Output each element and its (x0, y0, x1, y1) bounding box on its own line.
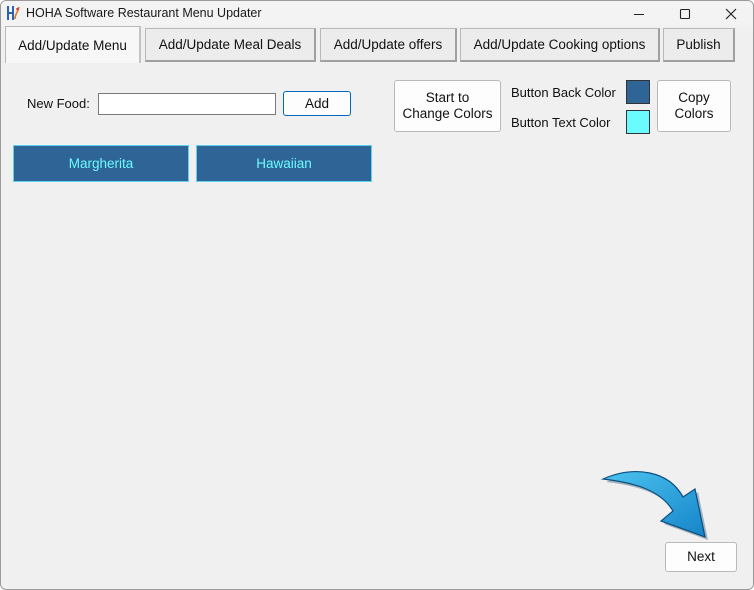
tab-publish[interactable]: Publish (663, 28, 735, 62)
minimize-button[interactable] (616, 1, 662, 26)
tab-add-update-offers[interactable]: Add/Update offers (320, 28, 457, 62)
tab-strip: Add/Update Menu Add/Update Meal Deals Ad… (1, 26, 753, 64)
food-button-margherita[interactable]: Margherita (13, 145, 189, 182)
app-window: HOHA Software Restaurant Menu Updater Ad… (0, 0, 754, 590)
maximize-button[interactable] (662, 1, 708, 26)
window-title: HOHA Software Restaurant Menu Updater (26, 6, 262, 20)
text-color-swatch[interactable] (626, 110, 650, 134)
app-icon (7, 6, 20, 20)
new-food-label: New Food: (27, 96, 90, 111)
tab-add-update-cooking-options[interactable]: Add/Update Cooking options (460, 28, 660, 62)
tab-add-update-meal-deals[interactable]: Add/Update Meal Deals (145, 28, 316, 62)
new-food-input[interactable] (98, 93, 276, 115)
next-arrow-icon (600, 471, 708, 540)
button-back-color-label: Button Back Color (511, 85, 616, 100)
minimize-icon (634, 13, 644, 15)
add-food-button[interactable]: Add (283, 91, 351, 116)
close-icon (725, 8, 737, 19)
copy-colors-button[interactable]: Copy Colors (657, 80, 731, 132)
title-bar: HOHA Software Restaurant Menu Updater (1, 1, 753, 26)
start-change-colors-button[interactable]: Start to Change Colors (394, 80, 501, 132)
close-button[interactable] (708, 1, 753, 26)
back-color-swatch[interactable] (626, 80, 650, 104)
next-button[interactable]: Next (665, 542, 737, 572)
tab-add-update-menu[interactable]: Add/Update Menu (5, 26, 141, 63)
button-text-color-label: Button Text Color (511, 115, 611, 130)
food-button-hawaiian[interactable]: Hawaiian (196, 145, 372, 182)
maximize-icon (679, 8, 691, 19)
